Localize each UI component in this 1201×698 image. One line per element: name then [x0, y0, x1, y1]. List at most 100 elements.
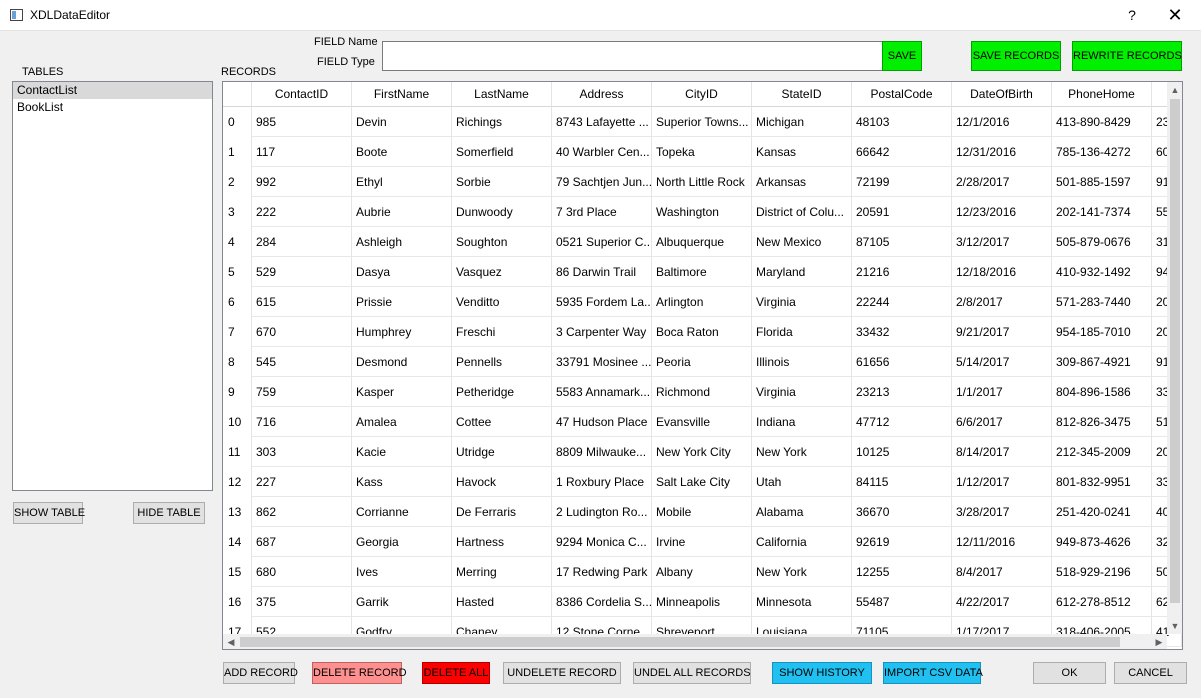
column-header[interactable]: LastName	[452, 82, 552, 107]
table-cell[interactable]: 2 Ludington Ro...	[552, 497, 652, 527]
table-cell[interactable]: 55487	[852, 587, 952, 617]
table-cell[interactable]: Evansville	[652, 407, 752, 437]
row-number[interactable]: 14	[223, 527, 252, 557]
horizontal-scrollbar[interactable]: ◀ ▶	[223, 634, 1167, 649]
table-cell[interactable]: Ives	[352, 557, 452, 587]
table-cell[interactable]: New York	[752, 437, 852, 467]
table-cell[interactable]: 615	[252, 287, 352, 317]
row-number[interactable]: 16	[223, 587, 252, 617]
table-cell[interactable]: 670	[252, 317, 352, 347]
table-cell[interactable]: 48103	[852, 107, 952, 137]
row-number[interactable]: 4	[223, 227, 252, 257]
table-row[interactable]: 12 227 Kass Havock 1 Roxbury Place Salt Lake …	[223, 467, 1182, 497]
table-cell[interactable]: Petheridge	[452, 377, 552, 407]
table-cell[interactable]: Desmond	[352, 347, 452, 377]
delete-all-button[interactable]: DELETE ALL	[422, 662, 490, 684]
table-row[interactable]: 14 687 Georgia Hartness 9294 Monica C... Irvi…	[223, 527, 1182, 557]
table-cell[interactable]: 5935 Fordem La...	[552, 287, 652, 317]
table-cell[interactable]: 9294 Monica C...	[552, 527, 652, 557]
table-cell[interactable]: 12/31/2016	[952, 137, 1052, 167]
table-cell[interactable]: 9/21/2017	[952, 317, 1052, 347]
row-number[interactable]: 10	[223, 407, 252, 437]
table-row[interactable]: 0 985 Devin Richings 8743 Lafayette ... Super…	[223, 107, 1182, 137]
table-cell[interactable]: Garrik	[352, 587, 452, 617]
row-number[interactable]: 1	[223, 137, 252, 167]
table-cell[interactable]: 8809 Milwauke...	[552, 437, 652, 467]
column-header[interactable]: PhoneHome	[1052, 82, 1152, 107]
table-cell[interactable]: New York	[752, 557, 852, 587]
table-cell[interactable]: 680	[252, 557, 352, 587]
table-cell[interactable]: 10125	[852, 437, 952, 467]
table-cell[interactable]: 6/6/2017	[952, 407, 1052, 437]
table-cell[interactable]: Albany	[652, 557, 752, 587]
table-cell[interactable]: 20591	[852, 197, 952, 227]
table-cell[interactable]: 303	[252, 437, 352, 467]
table-cell[interactable]: Peoria	[652, 347, 752, 377]
table-cell[interactable]: Kass	[352, 467, 452, 497]
table-cell[interactable]: 61656	[852, 347, 952, 377]
table-cell[interactable]: Aubrie	[352, 197, 452, 227]
table-cell[interactable]: Salt Lake City	[652, 467, 752, 497]
row-number[interactable]: 3	[223, 197, 252, 227]
undelete-record-button[interactable]: UNDELETE RECORD	[503, 662, 621, 684]
table-cell[interactable]: Washington	[652, 197, 752, 227]
save-button[interactable]: SAVE	[882, 41, 922, 71]
table-cell[interactable]: 992	[252, 167, 352, 197]
table-cell[interactable]: New Mexico	[752, 227, 852, 257]
row-number[interactable]: 0	[223, 107, 252, 137]
table-cell[interactable]: Ashleigh	[352, 227, 452, 257]
table-cell[interactable]: 1/12/2017	[952, 467, 1052, 497]
table-cell[interactable]: 545	[252, 347, 352, 377]
table-cell[interactable]: Minnesota	[752, 587, 852, 617]
scroll-up-icon[interactable]: ▲	[1167, 82, 1182, 98]
table-row[interactable]: 11 303 Kacie Utridge 8809 Milwauke... New Yor…	[223, 437, 1182, 467]
row-number[interactable]: 7	[223, 317, 252, 347]
table-cell[interactable]: 949-873-4626	[1052, 527, 1152, 557]
table-cell[interactable]: 785-136-4272	[1052, 137, 1152, 167]
table-cell[interactable]: 812-826-3475	[1052, 407, 1152, 437]
undel-all-records-button[interactable]: UNDEL ALL RECORDS	[633, 662, 751, 684]
table-cell[interactable]: 8386 Cordelia S...	[552, 587, 652, 617]
table-cell[interactable]: Maryland	[752, 257, 852, 287]
table-cell[interactable]: Kansas	[752, 137, 852, 167]
table-cell[interactable]: Superior Towns...	[652, 107, 752, 137]
table-cell[interactable]: Utah	[752, 467, 852, 497]
scroll-left-icon[interactable]: ◀	[223, 634, 239, 649]
table-cell[interactable]: 5583 Annamark...	[552, 377, 652, 407]
table-cell[interactable]: 8743 Lafayette ...	[552, 107, 652, 137]
table-cell[interactable]: Amalea	[352, 407, 452, 437]
table-cell[interactable]: Dunwoody	[452, 197, 552, 227]
table-cell[interactable]: 284	[252, 227, 352, 257]
table-cell[interactable]: 801-832-9951	[1052, 467, 1152, 497]
table-row[interactable]: 6 615 Prissie Venditto 5935 Fordem La... Arli…	[223, 287, 1182, 317]
table-cell[interactable]: Minneapolis	[652, 587, 752, 617]
table-row[interactable]: 9 759 Kasper Petheridge 5583 Annamark... Rich…	[223, 377, 1182, 407]
table-cell[interactable]: Mobile	[652, 497, 752, 527]
close-icon[interactable]: ✕	[1160, 3, 1190, 27]
vertical-scroll-thumb[interactable]	[1170, 99, 1180, 603]
table-row[interactable]: 3 222 Aubrie Dunwoody 7 3rd Place Washington D…	[223, 197, 1182, 227]
rewrite-records-button[interactable]: REWRITE RECORDS	[1072, 41, 1182, 71]
import-csv-data-button[interactable]: IMPORT CSV DATA	[883, 662, 983, 684]
table-cell[interactable]: Topeka	[652, 137, 752, 167]
table-cell[interactable]: Somerfield	[452, 137, 552, 167]
table-cell[interactable]: Cottee	[452, 407, 552, 437]
table-cell[interactable]: Soughton	[452, 227, 552, 257]
table-row[interactable]: 8 545 Desmond Pennells 33791 Mosinee ... Peor…	[223, 347, 1182, 377]
table-cell[interactable]: Merring	[452, 557, 552, 587]
table-cell[interactable]: 40 Warbler Cen...	[552, 137, 652, 167]
table-cell[interactable]: 36670	[852, 497, 952, 527]
table-cell[interactable]: Sorbie	[452, 167, 552, 197]
table-row[interactable]: 7 670 Humphrey Freschi 3 Carpenter Way Boca R…	[223, 317, 1182, 347]
table-cell[interactable]: 612-278-8512	[1052, 587, 1152, 617]
table-cell[interactable]: 17 Redwing Park	[552, 557, 652, 587]
table-cell[interactable]: Hasted	[452, 587, 552, 617]
table-cell[interactable]: Ethyl	[352, 167, 452, 197]
column-header[interactable]: FirstName	[352, 82, 452, 107]
row-number[interactable]: 6	[223, 287, 252, 317]
table-cell[interactable]: 21216	[852, 257, 952, 287]
column-header[interactable]: CityID	[652, 82, 752, 107]
table-cell[interactable]: 1/1/2017	[952, 377, 1052, 407]
table-cell[interactable]: Arkansas	[752, 167, 852, 197]
table-cell[interactable]: 571-283-7440	[1052, 287, 1152, 317]
